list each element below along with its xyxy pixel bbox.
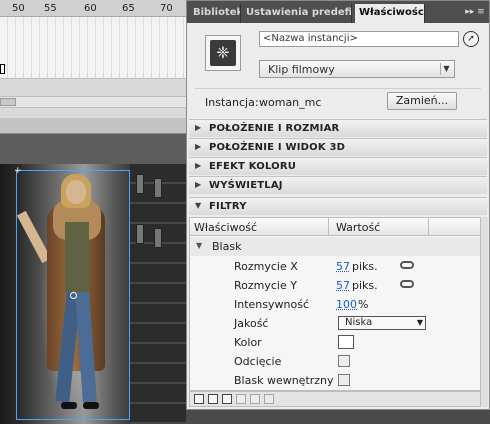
symbol-type-value: Klip filmowy [268, 63, 335, 76]
delete-filter-icon[interactable] [264, 394, 274, 404]
clipboard-icon[interactable] [222, 394, 232, 404]
panel-tabbar: Biblioteka Ustawienia predefiniowane Wła… [187, 1, 489, 23]
column-property[interactable]: Właściwość [194, 221, 257, 234]
chevron-down-icon: ▼ [440, 63, 452, 75]
filters-toolbar [189, 391, 487, 407]
strength-value[interactable]: 100 [336, 298, 357, 311]
settings-arrow-icon[interactable]: ➚ [463, 31, 479, 47]
property-label: Kolor [234, 336, 262, 349]
quality-value: Niska [345, 317, 373, 328]
photo-window [154, 178, 162, 198]
link-chain-icon[interactable] [400, 261, 414, 269]
section-title: FILTRY [209, 201, 247, 212]
filters-table: Właściwość Wartość ▼ Blask Rozmycie X 57… [189, 217, 487, 391]
tab-presets[interactable]: Ustawienia predefiniowane [242, 4, 352, 23]
timeline-ruler[interactable]: 50 55 60 65 70 [0, 0, 186, 17]
filter-row-blur-y: Rozmycie Y 57 piks. [190, 276, 486, 295]
knockout-checkbox[interactable] [338, 355, 350, 367]
chevron-right-icon: ▶ [195, 180, 202, 189]
enable-filter-icon[interactable] [236, 394, 246, 404]
inner-glow-checkbox[interactable] [338, 374, 350, 386]
filter-name: Blask [212, 240, 242, 253]
chevron-down-icon: ▼ [196, 241, 203, 250]
registration-point-icon: + [14, 166, 22, 176]
section-title: EFEKT KOLORU [209, 161, 297, 172]
link-chain-icon[interactable] [400, 280, 414, 288]
section-3d-position[interactable]: ▶ POŁOŻENIE I WIDOK 3D [189, 138, 487, 156]
section-filters[interactable]: ▼ FILTRY [189, 197, 487, 215]
timeline-scrollbar[interactable] [0, 96, 186, 108]
chevron-right-icon: ▶ [195, 161, 202, 170]
color-swatch[interactable] [338, 335, 354, 349]
property-label: Intensywność [234, 298, 309, 311]
section-display[interactable]: ▶ WYŚWIETLAJ [189, 176, 487, 194]
presets-icon[interactable] [208, 394, 218, 404]
keyframe-marker[interactable] [0, 64, 5, 74]
unit-label: piks. [352, 279, 378, 292]
chevron-down-icon: ▼ [195, 201, 202, 210]
property-label: Blask wewnętrzny [234, 374, 334, 387]
tab-library[interactable]: Biblioteka [189, 4, 241, 23]
chevron-right-icon: ▶ [195, 142, 202, 151]
property-label: Odcięcie [234, 355, 282, 368]
panel-scrollbar[interactable] [480, 217, 488, 407]
add-filter-icon[interactable] [194, 394, 204, 404]
blur-y-value[interactable]: 57 [336, 279, 350, 292]
ruler-number: 55 [44, 3, 57, 14]
filters-header: Właściwość Wartość [190, 218, 486, 236]
filter-row-quality: Jakość Niska ▼ [190, 314, 486, 333]
photo-window [154, 228, 162, 248]
filter-row-strength: Intensywność 100 % [190, 295, 486, 314]
section-title: POŁOŻENIE I ROZMIAR [209, 123, 340, 134]
filter-row-blur-x: Rozmycie X 57 piks. [190, 257, 486, 276]
stage-edit-bar [0, 118, 186, 134]
photo-building [130, 164, 186, 424]
divider [195, 88, 481, 89]
unit-label: % [358, 298, 369, 311]
property-label: Jakość [234, 317, 269, 330]
ruler-number: 60 [84, 3, 97, 14]
tab-properties[interactable]: Właściwości [355, 4, 425, 23]
filter-row-knockout: Odcięcie [190, 352, 486, 371]
section-position-size[interactable]: ▶ POŁOŻENIE I ROZMIAR [189, 119, 487, 137]
chevron-right-icon: ▶ [195, 123, 202, 132]
filter-glow-group[interactable]: ▼ Blask [190, 237, 486, 256]
unit-label: piks. [352, 260, 378, 273]
filter-row-inner-glow: Blask wewnętrzny [190, 371, 486, 390]
column-value[interactable]: Wartość [336, 221, 380, 234]
blur-x-value[interactable]: 57 [336, 260, 350, 273]
symbol-type-select[interactable]: Klip filmowy ▼ [259, 60, 455, 78]
timeline-frames[interactable] [0, 17, 186, 79]
movie-clip-symbol-icon: ❈ [210, 40, 236, 66]
properties-panel: Biblioteka Ustawienia predefiniowane Wła… [186, 0, 490, 410]
instance-value: woman_mc [259, 96, 322, 109]
transform-point-icon[interactable] [70, 292, 77, 299]
swap-button[interactable]: Zamień... [387, 92, 457, 110]
ruler-number: 65 [122, 3, 135, 14]
filter-row-color: Kolor [190, 333, 486, 352]
symbol-preview: ❈ [205, 35, 241, 71]
photo-window [136, 224, 144, 244]
reset-filter-icon[interactable] [250, 394, 260, 404]
instance-name-input[interactable]: <Nazwa instancji> [259, 31, 459, 47]
timeline-scroll-thumb[interactable] [0, 98, 16, 106]
property-label: Rozmycie X [234, 260, 298, 273]
quality-select[interactable]: Niska ▼ [338, 316, 426, 330]
column-separator [328, 218, 329, 236]
section-color-effect[interactable]: ▶ EFEKT KOLORU [189, 157, 487, 175]
property-label: Rozmycie Y [234, 279, 297, 292]
stage[interactable]: + [0, 134, 186, 424]
instance-label: Instancja: [205, 96, 259, 109]
panel-menu-icon[interactable]: ▸▸ ≡ [464, 6, 486, 18]
chevron-down-icon: ▼ [416, 318, 423, 327]
photo-window [136, 174, 144, 194]
section-title: POŁOŻENIE I WIDOK 3D [209, 142, 346, 153]
ruler-number: 70 [160, 3, 173, 14]
column-separator [428, 218, 429, 236]
ruler-number: 50 [12, 3, 25, 14]
timeline[interactable]: 50 55 60 65 70 [0, 0, 186, 118]
section-title: WYŚWIETLAJ [209, 180, 283, 191]
